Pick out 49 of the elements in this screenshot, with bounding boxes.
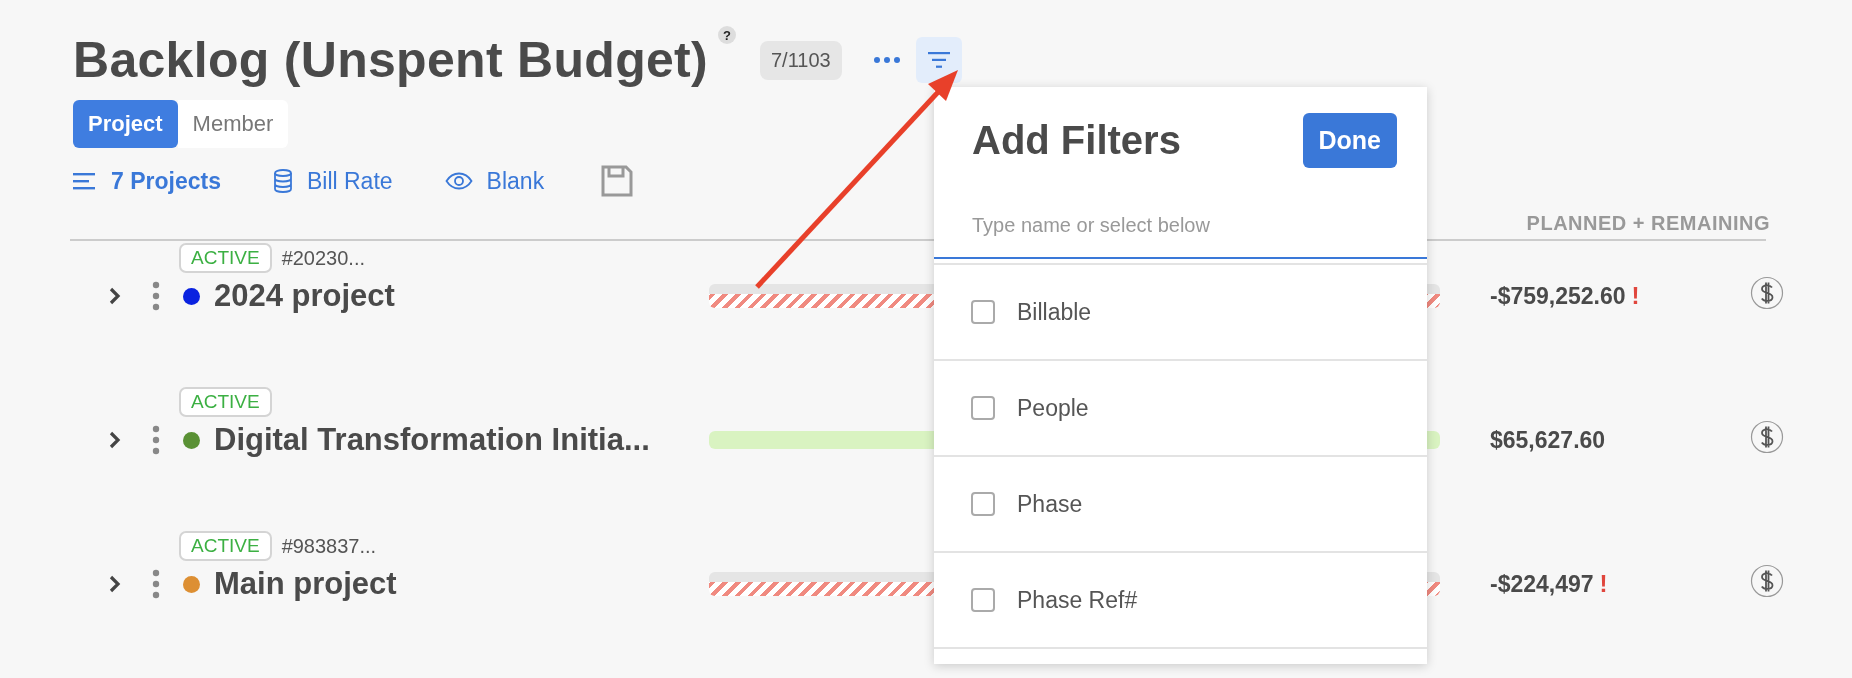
- bill-rate-button[interactable]: Bill Rate: [272, 167, 393, 195]
- chevron-right-icon[interactable]: [108, 574, 122, 594]
- dollar-icon[interactable]: [1750, 564, 1784, 598]
- chevron-right-icon[interactable]: [108, 430, 122, 450]
- checkbox[interactable]: [971, 492, 995, 516]
- amount: $65,627.60: [1490, 426, 1606, 454]
- list-icon: [73, 172, 97, 190]
- checkbox[interactable]: [971, 588, 995, 612]
- chevron-right-icon[interactable]: [108, 286, 122, 306]
- filter-option[interactable]: Phase Ref#: [1017, 586, 1138, 614]
- blank-view-button[interactable]: Blank: [444, 167, 545, 195]
- database-icon: [272, 169, 293, 193]
- dollar-icon[interactable]: [1750, 276, 1784, 310]
- eye-icon: [444, 172, 473, 190]
- project-name[interactable]: Digital Transformation Initia...: [214, 422, 650, 458]
- projects-button[interactable]: 7 Projects: [73, 167, 221, 195]
- kebab-menu-icon[interactable]: [152, 569, 160, 599]
- project-name[interactable]: 2024 project: [214, 278, 395, 314]
- checkbox[interactable]: [971, 300, 995, 324]
- amount: -$224,497: [1490, 570, 1594, 598]
- status-badge: ACTIVE: [179, 531, 272, 561]
- kebab-menu-icon[interactable]: [152, 425, 160, 455]
- save-icon[interactable]: [600, 164, 635, 198]
- filter-option[interactable]: Phase: [1017, 490, 1083, 518]
- view-tab[interactable]: Member: [177, 100, 289, 148]
- project-name[interactable]: Main project: [214, 566, 397, 602]
- done-button[interactable]: Done: [1302, 113, 1397, 168]
- panel-title: Add Filters: [972, 118, 1181, 163]
- filter-button[interactable]: [915, 37, 962, 83]
- more-icon[interactable]: [873, 57, 900, 63]
- filter-option[interactable]: People: [1017, 394, 1089, 422]
- column-header: PLANNED + REMAINING: [1526, 212, 1770, 235]
- dollar-icon[interactable]: [1750, 420, 1784, 454]
- warning-mark: !: [1599, 570, 1608, 598]
- filter-search-field[interactable]: Type name or select below: [934, 194, 1427, 259]
- status-badge: ACTIVE: [179, 387, 272, 417]
- help-badge[interactable]: ?: [718, 26, 736, 44]
- filter-option[interactable]: Billable: [1017, 298, 1092, 326]
- kebab-menu-icon[interactable]: [152, 281, 160, 311]
- project-ref: #983837...: [281, 534, 377, 558]
- filter-icon: [927, 52, 950, 68]
- checkbox[interactable]: [971, 396, 995, 420]
- amount: -$759,252.60: [1490, 282, 1626, 310]
- project-ref: #20230...: [281, 246, 366, 270]
- status-badge: ACTIVE: [179, 243, 272, 273]
- warning-mark: !: [1631, 282, 1640, 310]
- count-badge: 7/1103: [760, 40, 842, 80]
- page-title: Backlog (Unspent Budget): [73, 31, 708, 89]
- view-tab[interactable]: Project: [73, 100, 178, 148]
